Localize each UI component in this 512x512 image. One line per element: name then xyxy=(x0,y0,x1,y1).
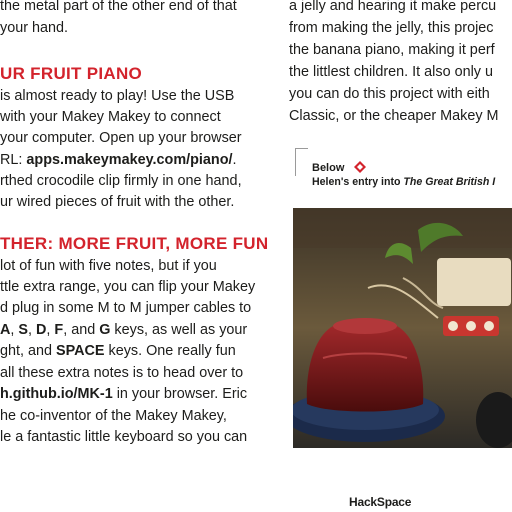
body-text-line: le a fantastic little keyboard so you ca… xyxy=(0,429,248,445)
section-heading: THER: MORE FRUIT, MORE FUN xyxy=(0,234,269,253)
text-fragment: , and xyxy=(63,322,100,338)
makey-board xyxy=(437,258,511,306)
body-text-line: your hand. xyxy=(0,20,69,36)
body-text-line: a jelly and hearing it make percu xyxy=(289,0,497,14)
body-text-line: the metal part of the other end of that xyxy=(0,0,237,14)
body-text-line: d plug in some M to M jumper cables to xyxy=(0,300,252,316)
jelly-mould xyxy=(306,326,424,412)
key-name: S xyxy=(18,322,29,338)
key-name: G xyxy=(99,322,111,338)
body-text-line: rthed crocodile clip firmly in one hand, xyxy=(0,173,242,189)
key-name: SPACE xyxy=(56,343,105,359)
caption-text: Helen's entry into The Great British I xyxy=(312,176,495,188)
body-text-line: you can do this project with eith xyxy=(289,86,490,102)
text-fragment: keys. One really fun xyxy=(104,343,236,359)
section-heading: UR FRUIT PIANO xyxy=(0,64,143,83)
body-text-line: ght, and SPACE keys. One really fun xyxy=(0,341,236,361)
body-text-line: A, S, D, F, and G keys, as well as your xyxy=(0,320,247,340)
jelly-photo xyxy=(293,208,512,448)
show-title: The Great British I xyxy=(403,176,496,188)
body-text-line: the banana piano, making it perf xyxy=(289,42,495,58)
body-text-line: lot of fun with five notes, but if you xyxy=(0,258,217,274)
board-button xyxy=(448,321,458,331)
left-column: the metal part of the other end of that … xyxy=(0,0,275,512)
body-text-line: ttle extra range, you can flip your Make… xyxy=(0,279,256,295)
body-text-line: h.github.io/MK-1 in your browser. Eric xyxy=(0,384,247,404)
text-fragment: Helen's entry into xyxy=(312,176,404,188)
text-fragment: keys, as well as your xyxy=(110,322,248,338)
caption-rule xyxy=(295,148,308,149)
body-text-line: Classic, or the cheaper Makey M xyxy=(289,108,499,124)
hackspace-logo: HackSpace xyxy=(349,495,412,509)
caption-label: Below xyxy=(312,162,345,174)
board-button xyxy=(484,321,494,331)
body-text-line: he co-inventor of the Makey Makey, xyxy=(0,408,227,424)
keyboard-url: h.github.io/MK-1 xyxy=(0,386,113,402)
body-text-line: from making the jelly, this projec xyxy=(289,20,494,36)
piano-url: apps.makeymakey.com/piano/ xyxy=(26,152,233,168)
right-column: a jelly and hearing it make percu from m… xyxy=(289,0,512,512)
board-button xyxy=(466,321,476,331)
diamond-pointer-icon xyxy=(354,161,366,173)
body-text-line: all these extra notes is to head over to xyxy=(0,365,244,381)
text-fragment: ght, and xyxy=(0,343,57,359)
jelly-top xyxy=(333,318,397,334)
text-fragment: RL: xyxy=(0,152,27,168)
body-text-line: with your Makey Makey to connect xyxy=(0,109,221,125)
body-text-line: RL: apps.makeymakey.com/piano/. xyxy=(0,150,237,170)
key-name: F xyxy=(54,322,64,338)
body-text-line: the littlest children. It also only u xyxy=(289,64,493,80)
body-text-line: your computer. Open up your browser xyxy=(0,130,242,146)
text-fragment: in your browser. Eric xyxy=(112,386,248,402)
text-fragment: , xyxy=(28,322,37,338)
text-fragment: . xyxy=(232,152,237,168)
body-text-line: is almost ready to play! Use the USB xyxy=(0,88,235,104)
body-text-line: ur wired pieces of fruit with the other. xyxy=(0,194,235,210)
photo-backdrop xyxy=(293,208,512,248)
key-name: A xyxy=(0,322,11,338)
caption-rule xyxy=(295,148,296,176)
key-name: D xyxy=(36,322,47,338)
